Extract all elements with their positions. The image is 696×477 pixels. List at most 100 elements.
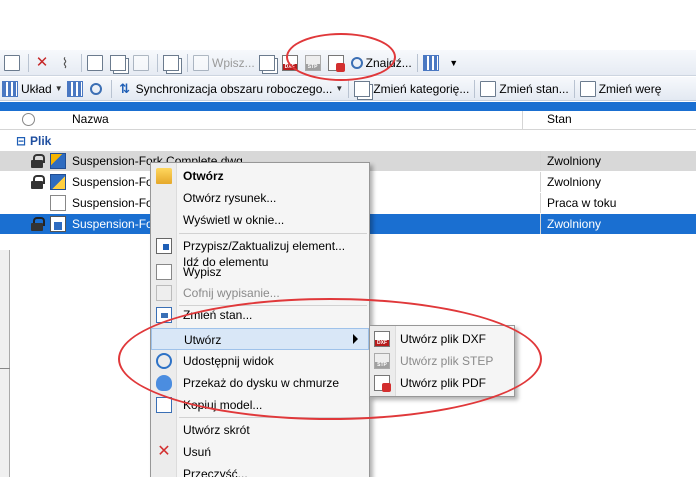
menu-item-create-shortcut[interactable]: Utwórz skrót bbox=[151, 419, 369, 441]
column-separator bbox=[540, 214, 541, 234]
toolbar-separator bbox=[573, 79, 575, 98]
change-state-button[interactable]: Zmień stan... bbox=[478, 78, 570, 100]
move-icon bbox=[163, 54, 179, 71]
part-file-icon bbox=[50, 174, 66, 190]
find-icon bbox=[350, 56, 363, 69]
toolbar-separator bbox=[416, 53, 418, 72]
file-name: Suspension-Fo bbox=[72, 217, 153, 231]
menu-item-label: Wyświetl w oknie... bbox=[183, 213, 285, 227]
layout-label: Układ bbox=[21, 81, 52, 96]
pdf-icon bbox=[374, 375, 391, 392]
menu-item-change-state[interactable]: Zmień stan... bbox=[151, 304, 369, 326]
main-toolbar: ✕ ⌇ Wpisz... Znajdź... ▼ bbox=[0, 50, 696, 76]
file-state: Zwolniony bbox=[547, 217, 602, 231]
submenu-item-step[interactable]: Utwórz plik STEP bbox=[370, 350, 514, 372]
left-pane-splitter[interactable] bbox=[0, 250, 10, 477]
menu-item-purge[interactable]: Przeczyść... bbox=[151, 463, 369, 477]
secondary-toolbar: Układ ▼ ⇅ Synchronizacja obszaru robocze… bbox=[0, 77, 696, 101]
menu-item-open-drawing[interactable]: Otwórz rysunek... bbox=[151, 187, 369, 209]
menu-item-undo-checkout[interactable]: Cofnij wypisanie... bbox=[151, 282, 369, 304]
menu-separator bbox=[179, 417, 367, 418]
version-icon bbox=[579, 80, 596, 97]
context-menu: Otwórz Otwórz rysunek... Wyświetl w okni… bbox=[150, 162, 370, 477]
search-view-button[interactable] bbox=[88, 78, 108, 100]
menu-item-copy-model[interactable]: Kopiuj model... bbox=[151, 394, 369, 416]
menu-item-upload-cloud[interactable]: Przekaż do dysku w chmurze bbox=[151, 372, 369, 394]
status-column-icon[interactable] bbox=[22, 113, 35, 126]
paperclip-icon: ⌇ bbox=[61, 54, 69, 71]
x-icon: ✕ bbox=[35, 53, 49, 71]
menu-item-label: Przypisz/Zaktualizuj element... bbox=[183, 239, 346, 253]
share-icon bbox=[156, 353, 172, 369]
column-state[interactable]: Stan bbox=[547, 112, 572, 126]
delete-button[interactable]: ✕ bbox=[32, 52, 55, 74]
submenu-item-dxf[interactable]: Utwórz plik DXF bbox=[370, 328, 514, 350]
menu-item-label: Utwórz plik STEP bbox=[400, 354, 494, 368]
dxf-icon bbox=[281, 54, 298, 71]
sync-icon: ⇅ bbox=[119, 80, 131, 96]
menu-item-label: Wypisz bbox=[183, 265, 222, 279]
menu-item-view-window[interactable]: Wyświetl w oknie... bbox=[151, 209, 369, 231]
step-icon bbox=[304, 54, 321, 71]
column-separator bbox=[540, 151, 541, 171]
undo-checkout-icon bbox=[156, 285, 172, 301]
doc-prop-button[interactable] bbox=[257, 52, 280, 74]
toolbar-separator bbox=[157, 53, 158, 72]
doc-button[interactable] bbox=[2, 52, 25, 74]
file-name: Suspension-Fo bbox=[72, 175, 153, 189]
table-view-button[interactable] bbox=[65, 78, 88, 100]
pdf-button[interactable] bbox=[326, 52, 349, 74]
category-icon bbox=[354, 80, 371, 97]
dxf-icon bbox=[374, 331, 390, 347]
submenu-item-pdf[interactable]: Utwórz plik PDF bbox=[370, 372, 514, 394]
doc-icon bbox=[4, 54, 20, 71]
column-name[interactable]: Nazwa bbox=[72, 112, 109, 126]
change-category-button[interactable]: Zmień kategorię... bbox=[352, 78, 471, 100]
folder-open-icon bbox=[156, 168, 172, 184]
folder-button[interactable] bbox=[131, 52, 154, 74]
layout-dropdown[interactable]: Układ ▼ bbox=[0, 78, 65, 100]
find-button[interactable]: Znajdź... bbox=[349, 52, 414, 74]
menu-item-label: Utwórz plik DXF bbox=[400, 332, 487, 346]
menu-item-assign-item[interactable]: Przypisz/Zaktualizuj element... bbox=[151, 235, 369, 257]
toolbar-overflow-button[interactable]: ▼ bbox=[444, 52, 464, 74]
sync-label: Synchronizacja obszaru roboczego... bbox=[135, 81, 333, 96]
group-plik[interactable]: ⊟ Plik bbox=[0, 132, 696, 150]
search-icon bbox=[90, 82, 103, 95]
menu-item-checkout[interactable]: Wypisz bbox=[151, 261, 369, 283]
menu-item-create[interactable]: Utwórz bbox=[151, 328, 369, 350]
menu-item-label: Przekaż do dysku w chmurze bbox=[183, 376, 340, 390]
menu-item-label: Przeczyść... bbox=[183, 467, 248, 477]
submenu-arrow-icon bbox=[353, 334, 358, 344]
pdf-icon bbox=[327, 54, 345, 72]
table-icon bbox=[66, 80, 83, 97]
menu-item-label: Cofnij wypisanie... bbox=[183, 286, 280, 300]
tools-icon bbox=[422, 54, 439, 71]
chevron-down-icon: ▼ bbox=[449, 57, 459, 68]
move-button[interactable] bbox=[161, 52, 184, 74]
cloud-upload-icon bbox=[156, 375, 172, 391]
menu-item-share-view[interactable]: Udostępnij widok bbox=[151, 350, 369, 372]
menu-item-open[interactable]: Otwórz bbox=[151, 165, 369, 187]
change-state-label: Zmień stan... bbox=[499, 81, 569, 96]
create-submenu: Utwórz plik DXF Utwórz plik STEP Utwórz … bbox=[369, 325, 515, 397]
wpisz-icon bbox=[193, 54, 209, 71]
assign-item-icon bbox=[156, 238, 172, 254]
copy-model-icon bbox=[156, 397, 172, 413]
attach-button[interactable]: ⌇ bbox=[55, 52, 78, 74]
tools-button[interactable] bbox=[421, 52, 444, 74]
wpisz-button[interactable]: Wpisz... bbox=[191, 52, 257, 74]
column-separator bbox=[540, 193, 541, 213]
lock-icon bbox=[31, 175, 45, 189]
wpisz-label: Wpisz... bbox=[212, 55, 255, 70]
change-version-button[interactable]: Zmień werę bbox=[578, 78, 664, 100]
new-doc-button[interactable] bbox=[85, 52, 108, 74]
chevron-down-icon: ▼ bbox=[54, 84, 63, 93]
step-button[interactable] bbox=[303, 52, 326, 74]
doc-prop-icon bbox=[258, 54, 275, 71]
menu-item-delete[interactable]: ✕ Usuń bbox=[151, 441, 369, 463]
sync-workspace-dropdown[interactable]: ⇅ Synchronizacja obszaru roboczego... ▼ bbox=[115, 78, 346, 100]
dxf-button[interactable] bbox=[280, 52, 303, 74]
collapse-icon[interactable]: ⊟ bbox=[16, 134, 26, 148]
copy-button[interactable] bbox=[108, 52, 131, 74]
